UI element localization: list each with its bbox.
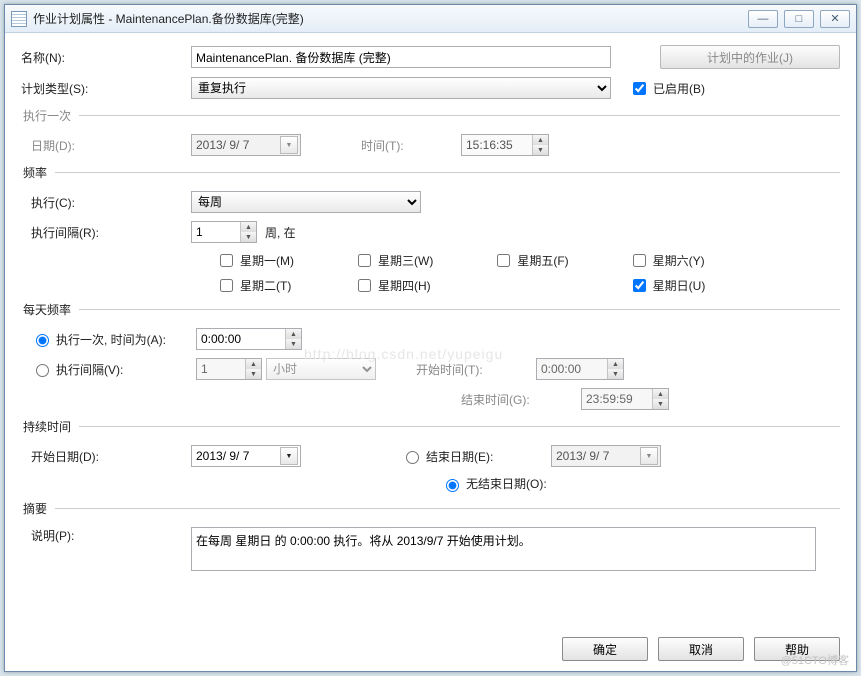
interval-spin[interactable]: ▲▼	[191, 221, 257, 243]
enabled-label: 已启用(B)	[653, 80, 705, 97]
interval-suffix: 周, 在	[265, 224, 296, 241]
day-fri[interactable]: 星期五(F)	[493, 251, 568, 270]
enabled-checkbox[interactable]: 已启用(B)	[629, 79, 705, 98]
ok-button[interactable]: 确定	[562, 637, 648, 661]
daily-once-radio[interactable]: 执行一次, 时间为(A):	[31, 331, 196, 348]
window-title: 作业计划属性 - MaintenancePlan.备份数据库(完整)	[33, 10, 748, 27]
daily-once-time-input[interactable]	[197, 329, 285, 349]
once-date-field: ▼	[191, 134, 301, 156]
dialog-content: 名称(N): 计划中的作业(J) 计划类型(S): 重复执行 已启用(B) 执行…	[5, 33, 856, 627]
desc-label: 说明(P):	[21, 527, 191, 544]
cancel-button[interactable]: 取消	[658, 637, 744, 661]
enabled-checkbox-input[interactable]	[633, 82, 646, 95]
once-time-label: 时间(T):	[361, 137, 461, 154]
day-thu[interactable]: 星期四(H)	[354, 276, 433, 295]
start-date-field[interactable]: ▼	[191, 445, 301, 467]
spin-down-icon: ▼	[533, 145, 548, 155]
titlebar[interactable]: 作业计划属性 - MaintenancePlan.备份数据库(完整) — □ ✕	[5, 5, 856, 33]
day-wed[interactable]: 星期三(W)	[354, 251, 433, 270]
app-icon	[11, 11, 27, 27]
frequency-legend: 频率	[21, 164, 55, 181]
start-date-label: 开始日期(D):	[21, 448, 191, 465]
end-date-radio[interactable]: 结束日期(E):	[401, 448, 551, 465]
day-mon[interactable]: 星期一(M)	[216, 251, 294, 270]
schedule-type-label: 计划类型(S):	[21, 80, 191, 97]
calendar-dropdown-icon[interactable]: ▼	[280, 447, 298, 465]
daily-once-time[interactable]: ▲▼	[196, 328, 302, 350]
exec-select[interactable]: 每周	[191, 191, 421, 213]
calendar-dropdown-icon: ▼	[640, 447, 658, 465]
minimize-button[interactable]: —	[748, 10, 778, 28]
duration-legend: 持续时间	[21, 418, 79, 435]
once-time-input	[462, 135, 532, 155]
end-date-field: ▼	[551, 445, 661, 467]
name-input[interactable]	[191, 46, 611, 68]
daily-interval-input	[197, 359, 245, 379]
spin-up-icon[interactable]: ▲	[241, 222, 256, 232]
maximize-button[interactable]: □	[784, 10, 814, 28]
daily-end-time: ▲▼	[581, 388, 669, 410]
start-date-input[interactable]	[192, 447, 280, 465]
exec-once-legend: 执行一次	[21, 107, 79, 124]
day-tue[interactable]: 星期二(T)	[216, 276, 294, 295]
interval-label: 执行间隔(R):	[21, 224, 191, 241]
daily-start-label: 开始时间(T):	[416, 361, 536, 378]
close-button[interactable]: ✕	[820, 10, 850, 28]
scheduled-jobs-button[interactable]: 计划中的作业(J)	[660, 45, 840, 69]
schedule-type-select[interactable]: 重复执行	[191, 77, 611, 99]
day-sun[interactable]: 星期日(U)	[629, 276, 706, 295]
once-date-input	[192, 136, 280, 154]
watermark-text: @51CTO博客	[781, 652, 849, 668]
daily-start-time: ▲▼	[536, 358, 624, 380]
watermark-url: http://blog.csdn.net/yupeigu	[304, 346, 503, 362]
spin-up-icon: ▲	[533, 135, 548, 145]
daily-end-label: 结束时间(G):	[461, 391, 581, 408]
exec-label: 执行(C):	[21, 194, 191, 211]
once-time-field: ▲▼	[461, 134, 549, 156]
dialog-footer: 确定 取消 帮助	[5, 627, 856, 671]
name-label: 名称(N):	[21, 49, 191, 66]
daily-interval-spin: ▲▼	[196, 358, 262, 380]
calendar-dropdown-icon: ▼	[280, 136, 298, 154]
daily-interval-radio[interactable]: 执行间隔(V):	[31, 361, 196, 378]
dialog-window: 作业计划属性 - MaintenancePlan.备份数据库(完整) — □ ✕…	[4, 4, 857, 672]
day-sat[interactable]: 星期六(Y)	[629, 251, 706, 270]
no-end-date-radio[interactable]: 无结束日期(O):	[441, 475, 547, 492]
summary-legend: 摘要	[21, 500, 55, 517]
once-date-label: 日期(D):	[21, 137, 191, 154]
interval-input[interactable]	[192, 222, 240, 242]
desc-textarea[interactable]	[191, 527, 816, 571]
daily-legend: 每天频率	[21, 301, 79, 318]
spin-down-icon[interactable]: ▼	[241, 232, 256, 242]
